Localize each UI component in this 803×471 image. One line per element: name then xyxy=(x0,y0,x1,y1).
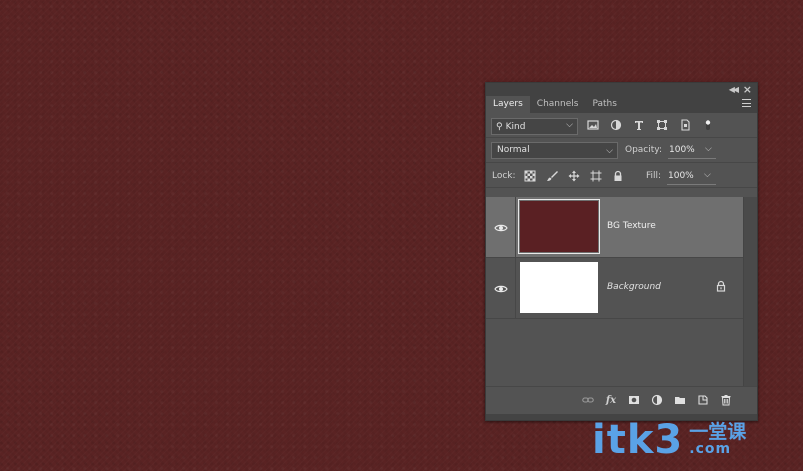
filter-pixel-layers-icon[interactable] xyxy=(586,118,600,132)
layers-scrollbar[interactable] xyxy=(743,197,757,387)
layers-panel: ◀◀ × Layers Channels Paths ⚲ Kind ⌵ Norm… xyxy=(485,82,758,421)
tab-channels[interactable]: Channels xyxy=(530,96,586,113)
watermark-logo-text: itk3 xyxy=(592,417,684,463)
layers-bottom-bar: fx xyxy=(486,386,757,412)
layers-list: BG Texture Background xyxy=(486,197,743,387)
blend-mode-value: Normal xyxy=(497,145,530,155)
filter-icons xyxy=(586,118,715,132)
new-group-folder-icon[interactable] xyxy=(673,393,687,407)
filter-adjustment-layers-icon[interactable] xyxy=(609,118,623,132)
filter-kind-select[interactable]: ⚲ Kind ⌵ xyxy=(491,118,578,135)
add-mask-icon[interactable] xyxy=(627,393,641,407)
fill-value[interactable]: 100% xyxy=(668,171,694,181)
filter-row: ⚲ Kind ⌵ xyxy=(486,113,757,138)
layer-name[interactable]: Background xyxy=(607,282,661,292)
layer-visibility-toggle[interactable] xyxy=(486,197,516,258)
filter-smart-objects-icon[interactable] xyxy=(678,118,692,132)
tab-layers[interactable]: Layers xyxy=(486,96,530,113)
lock-row: Lock: Fill: 100% ⌵ xyxy=(486,163,757,188)
new-adjustment-layer-icon[interactable] xyxy=(650,393,664,407)
watermark-com-text: .com xyxy=(689,441,732,457)
link-layers-icon[interactable] xyxy=(581,393,595,407)
chevron-down-icon: ⌵ xyxy=(566,120,573,130)
opacity-value[interactable]: 100% xyxy=(669,145,695,155)
filter-toggle-icon[interactable] xyxy=(701,118,715,132)
opacity-label: Opacity: xyxy=(625,145,662,155)
panel-title-bar[interactable]: ◀◀ × xyxy=(486,83,757,96)
lock-icon xyxy=(716,280,726,292)
panel-menu-icon[interactable] xyxy=(742,99,751,107)
chevron-down-icon: ⌵ xyxy=(606,146,613,156)
blend-row: Normal ⌵ Opacity: 100% ⌵ xyxy=(486,138,757,163)
site-watermark: itk3 一堂课 .com xyxy=(592,420,746,460)
watermark-side: 一堂课 .com xyxy=(689,422,746,456)
layer-row-background[interactable]: Background xyxy=(486,258,743,319)
layer-row-bg-texture[interactable]: BG Texture xyxy=(486,197,743,258)
layer-name[interactable]: BG Texture xyxy=(607,221,656,231)
lock-all-icon[interactable] xyxy=(611,169,624,182)
fx-icon[interactable]: fx xyxy=(604,393,618,407)
fill-chevron-icon[interactable]: ⌵ xyxy=(704,170,711,180)
lock-transparent-pixels-icon[interactable] xyxy=(523,169,536,182)
tab-paths[interactable]: Paths xyxy=(585,96,623,113)
collapse-panel-icon[interactable]: ◀◀ xyxy=(729,85,739,94)
filter-type-layers-icon[interactable] xyxy=(632,118,646,132)
layer-visibility-toggle[interactable] xyxy=(486,258,516,319)
fill-underline xyxy=(667,184,716,185)
filter-shape-layers-icon[interactable] xyxy=(655,118,669,132)
close-icon[interactable]: × xyxy=(743,83,752,96)
lock-artboard-icon[interactable] xyxy=(589,169,602,182)
delete-layer-icon[interactable] xyxy=(719,393,733,407)
lock-image-pixels-icon[interactable] xyxy=(545,169,558,182)
blend-mode-select[interactable]: Normal ⌵ xyxy=(491,142,618,159)
fill-label: Fill: xyxy=(646,171,662,181)
filter-kind-label: Kind xyxy=(505,121,526,132)
layer-thumbnail[interactable] xyxy=(520,262,598,313)
lock-label: Lock: xyxy=(492,171,516,181)
eye-icon xyxy=(493,285,508,292)
lock-position-icon[interactable] xyxy=(567,169,580,182)
panel-tabs: Layers Channels Paths xyxy=(486,96,757,113)
opacity-chevron-icon[interactable]: ⌵ xyxy=(705,144,712,154)
layer-thumbnail[interactable] xyxy=(518,199,600,254)
search-icon: ⚲ xyxy=(496,121,503,132)
lock-icons xyxy=(523,169,624,182)
layer-action-icons: fx xyxy=(581,393,733,407)
opacity-underline xyxy=(668,158,716,159)
eye-icon xyxy=(493,224,508,231)
new-layer-icon[interactable] xyxy=(696,393,710,407)
watermark-cn-text: 一堂课 xyxy=(689,421,747,443)
